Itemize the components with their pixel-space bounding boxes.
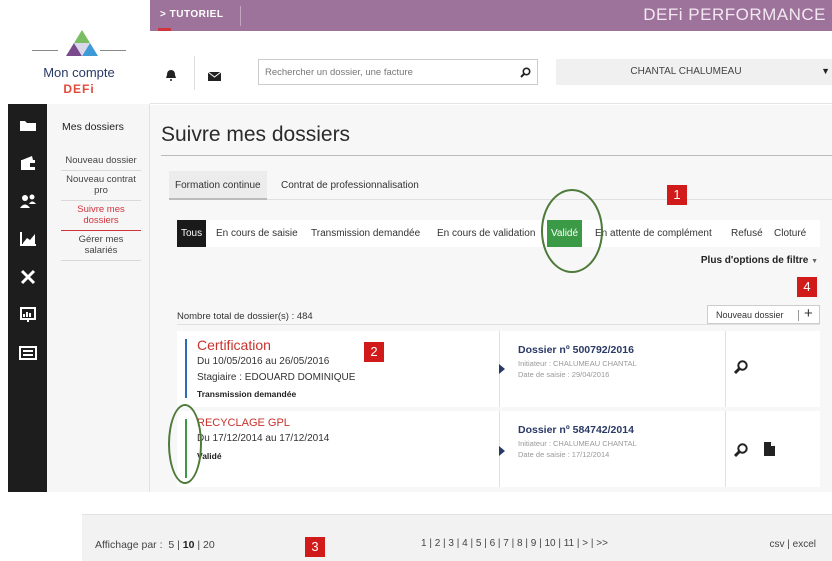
pagination-footer: Affichage par : 5 | 10 | 20 1 | 2 | 3 | … [82, 514, 832, 561]
dossier-card[interactable]: Certification Du 10/05/2016 au 26/05/201… [177, 331, 820, 407]
header-divider [194, 56, 195, 90]
search-icon [519, 66, 531, 78]
logo-brand: DEFi [63, 82, 95, 96]
search-input[interactable] [259, 60, 509, 84]
chevron-down-icon: ▼ [821, 66, 830, 76]
folder-icon[interactable] [8, 108, 47, 142]
logo-divider [32, 50, 58, 51]
side-nav: Mes dossiers Nouveau dossier Nouveau con… [47, 104, 150, 492]
page-title: Suivre mes dossiers [161, 123, 351, 146]
card-icon[interactable] [8, 336, 47, 370]
plus-icon: + [804, 305, 813, 322]
logo-divider [100, 50, 126, 51]
logo-icon [66, 30, 98, 56]
sidenav-item-follow-dossiers[interactable]: Suivre mes dossiers [61, 201, 141, 231]
more-filters-label: Plus d'options de filtre [700, 255, 809, 266]
search-box [258, 59, 538, 85]
page-size-selector: Affichage par : 5 | 10 | 20 [95, 539, 215, 551]
tutorial-link[interactable]: > TUTORIEL [160, 9, 223, 20]
filter-pending-complement[interactable]: En attente de complément [591, 220, 716, 247]
top-bar: > TUTORIEL DEFi PERFORMANCE [150, 0, 832, 31]
page-size-option[interactable]: 20 [203, 539, 215, 551]
header: CHANTAL CHALUMEAU ▼ [150, 31, 832, 104]
presentation-icon[interactable] [8, 298, 47, 332]
dossier-status: Transmission demandée [197, 389, 297, 399]
sidenav-title: Mes dossiers [62, 121, 124, 133]
list-toolbar: Nombre total de dossier(s) : 484 Nouveau… [177, 305, 820, 325]
dossier-entry-date: Date de saisie : 17/12/2014 [518, 450, 610, 459]
tools-icon[interactable] [8, 260, 47, 294]
annotation-badge: 3 [305, 537, 325, 557]
dossier-initiator: Initiateur : CHALUMEAU CHANTAL [518, 359, 637, 368]
filter-transmission-requested[interactable]: Transmission demandée [307, 220, 424, 247]
search-icon[interactable] [733, 359, 749, 375]
status-filters: Tous En cours de saisie Transmission dem… [177, 220, 820, 247]
brand-title: DEFi PERFORMANCE [643, 5, 826, 24]
filter-closed[interactable]: Cloturé [770, 220, 810, 247]
users-icon[interactable] [8, 184, 47, 218]
arrow-right-icon [499, 446, 505, 456]
mail-icon[interactable] [208, 72, 221, 81]
export-links[interactable]: csv | excel [770, 539, 817, 550]
main-content: Suivre mes dossiers Formation continue C… [150, 105, 832, 492]
dossier-card[interactable]: RECYCLAGE GPL Du 17/12/2014 au 17/12/201… [177, 411, 820, 487]
filter-refused[interactable]: Refusé [727, 220, 767, 247]
filter-in-progress[interactable]: En cours de saisie [212, 220, 302, 247]
total-count: Nombre total de dossier(s) : 484 [177, 311, 313, 322]
dossier-initiator: Initiateur : CHALUMEAU CHANTAL [518, 439, 637, 448]
icon-rail [8, 104, 47, 492]
card-divider [725, 411, 726, 487]
sidenav-item-new-dossier[interactable]: Nouveau dossier [61, 152, 141, 171]
dossier-number[interactable]: Dossier nº 584742/2014 [518, 424, 634, 436]
arrow-right-icon [499, 364, 505, 374]
dossier-entry-date: Date de saisie : 29/04/2016 [518, 370, 610, 379]
dossier-dates: Du 17/12/2014 au 17/12/2014 [197, 433, 330, 444]
button-divider [798, 310, 799, 321]
title-divider [161, 155, 832, 156]
search-icon[interactable] [733, 442, 749, 458]
annotation-badge: 1 [667, 185, 687, 205]
chevron-down-icon: ▼ [811, 258, 818, 265]
page-size-option-selected[interactable]: 10 [183, 539, 195, 551]
annotation-badge: 2 [364, 342, 384, 362]
logo-text: Mon compte [43, 65, 115, 80]
sub-tabs: Formation continue Contrat de profession… [169, 171, 832, 200]
card-divider [725, 331, 726, 407]
wallet-icon[interactable] [8, 146, 47, 180]
sidenav-item-manage-employees[interactable]: Gérer mes salariés [61, 231, 141, 261]
user-menu[interactable]: CHANTAL CHALUMEAU ▼ [556, 59, 832, 85]
search-button[interactable] [513, 60, 537, 84]
highlight-ring [541, 189, 603, 273]
chart-icon[interactable] [8, 222, 47, 256]
filter-in-validation[interactable]: En cours de validation [433, 220, 539, 247]
topbar-divider [240, 6, 241, 26]
bell-icon[interactable] [165, 69, 177, 81]
page-size-label: Affichage par : [95, 539, 163, 551]
annotation-badge: 4 [797, 277, 817, 297]
new-dossier-button[interactable]: Nouveau dossier + [707, 305, 820, 324]
user-name: CHANTAL CHALUMEAU [630, 66, 742, 77]
filter-all[interactable]: Tous [177, 220, 207, 247]
dossier-number[interactable]: Dossier nº 500792/2016 [518, 344, 634, 356]
status-bar [185, 339, 187, 398]
more-filters-link[interactable]: Plus d'options de filtre ▼ [701, 255, 818, 266]
new-dossier-label: Nouveau dossier [716, 310, 784, 320]
sidenav-item-new-contract[interactable]: Nouveau contrat pro [61, 171, 141, 201]
page-links[interactable]: 1 | 2 | 3 | 4 | 5 | 6 | 7 | 8 | 9 | 10 |… [421, 538, 608, 549]
logo-area: Mon compte DEFi [8, 0, 150, 104]
document-icon[interactable] [761, 441, 777, 457]
dossier-trainee: Stagiaire : EDOUARD DOMINIQUE [197, 372, 356, 383]
tab-formation-continue[interactable]: Formation continue [169, 171, 267, 200]
page-size-option[interactable]: 5 [168, 539, 174, 551]
dossier-title[interactable]: Certification [197, 337, 271, 353]
tab-contrat-pro[interactable]: Contrat de professionnalisation [275, 171, 425, 200]
highlight-ring [168, 404, 202, 484]
dossier-title[interactable]: RECYCLAGE GPL [197, 417, 290, 429]
dossier-dates: Du 10/05/2016 au 26/05/2016 [197, 356, 330, 367]
